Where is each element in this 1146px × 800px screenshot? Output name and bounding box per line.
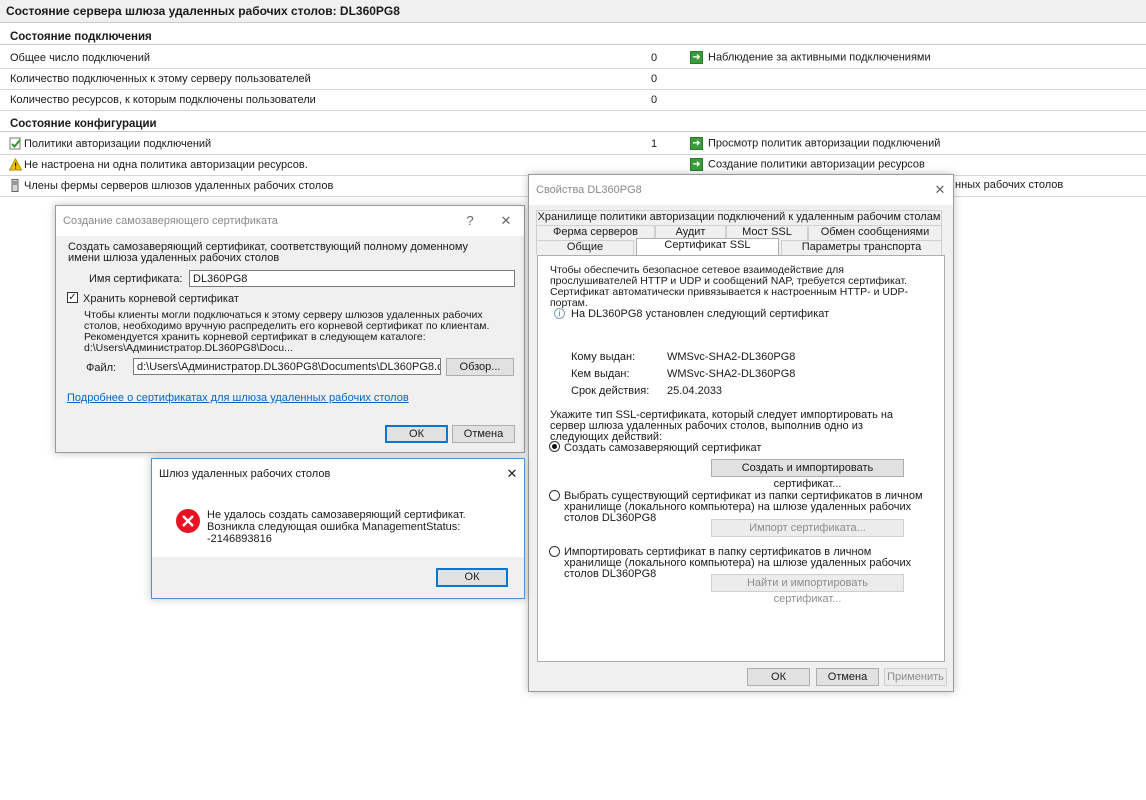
distribute-note: Чтобы клиенты могли подключаться к этому… <box>84 309 490 354</box>
apply-button[interactable]: Применить <box>884 668 947 686</box>
cert-name-label: Имя сертификата: <box>89 273 183 285</box>
file-path-input[interactable]: d:\Users\Администратор.DL360PG8\Document… <box>133 358 441 375</box>
store-root-checkbox[interactable]: ✓ <box>67 292 78 303</box>
import-cert-button[interactable]: Импорт сертификата... <box>711 519 904 537</box>
tab-transport-settings[interactable]: Параметры транспорта <box>781 240 942 255</box>
selfsigned-cert-dialog: Создание самозаверяющего сертификата ? ✕… <box>55 205 525 453</box>
error-icon <box>176 509 200 533</box>
policy-ok-icon <box>9 137 21 150</box>
dialog-titlebar: Свойства DL360PG8 ✕ <box>529 175 953 205</box>
tab-messaging[interactable]: Обмен сообщениями <box>808 225 942 240</box>
dialog-titlebar: Создание самозаверяющего сертификата ? ✕ <box>56 206 524 236</box>
tab-cap-store[interactable]: Хранилище политики авторизации подключен… <box>536 210 942 225</box>
issued-to-value: WMSvc-SHA2-DL360PG8 <box>667 351 796 363</box>
error-dialog: Шлюз удаленных рабочих столов ✕ Не удало… <box>151 458 525 599</box>
arrow-right-icon: ➜ <box>690 137 703 150</box>
ok-button[interactable]: ОК <box>747 668 810 686</box>
ok-button[interactable]: ОК <box>436 568 508 587</box>
find-import-cert-button[interactable]: Найти и импортировать сертификат... <box>711 574 904 605</box>
status-row: Не настроена ни одна политика авторизаци… <box>0 155 1146 176</box>
file-label: Файл: <box>86 362 117 374</box>
row-value: 0 <box>651 73 658 85</box>
dialog-title: Создание самозаверяющего сертификата <box>63 215 278 227</box>
close-icon[interactable]: ✕ <box>498 213 514 229</box>
dialog-title: Свойства DL360PG8 <box>536 184 642 196</box>
cancel-button[interactable]: Отмена <box>452 425 515 443</box>
import-to-store-radio[interactable] <box>549 546 560 557</box>
info-icon: i <box>554 308 565 319</box>
server-farm-icon <box>11 179 19 192</box>
ok-button[interactable]: ОК <box>385 425 448 443</box>
properties-dialog: Свойства DL360PG8 ✕ Хранилище политики а… <box>528 174 954 692</box>
row-value: 0 <box>651 94 658 106</box>
ssl-intro-text: Чтобы обеспечить безопасное сетевое взаи… <box>550 264 909 309</box>
arrow-right-icon: ➜ <box>690 51 703 64</box>
row-label: Количество подключенных к этому серверу … <box>10 73 311 85</box>
farm-members-link[interactable]: нных рабочих столов <box>955 179 1063 191</box>
create-import-cert-button[interactable]: Создать и импортировать сертификат... <box>711 459 904 490</box>
view-cap-policies-link[interactable]: ➜ Просмотр политик авторизации подключени… <box>690 137 940 150</box>
choose-type-text: Укажите тип SSL-сертификата, который сле… <box>550 409 894 443</box>
row-label: Члены фермы серверов шлюзов удаленных ра… <box>24 180 334 192</box>
close-icon[interactable]: ✕ <box>504 466 520 482</box>
close-icon[interactable]: ✕ <box>932 182 948 198</box>
row-label: Политики авторизации подключений <box>24 138 212 150</box>
dialog-titlebar: Шлюз удаленных рабочих столов ✕ <box>152 459 524 489</box>
row-label: Не настроена ни одна политика авторизаци… <box>24 159 308 171</box>
status-row: Политики авторизации подключений 1 ➜ Прос… <box>0 134 1146 155</box>
connection-status-heading: Состояние подключения <box>0 29 1146 45</box>
page-title: Состояние сервера шлюза удаленных рабочи… <box>0 0 1146 23</box>
issued-to-label: Кому выдан: <box>571 351 636 363</box>
monitor-connections-link[interactable]: ➜ Наблюдение за активными подключениями <box>690 51 931 64</box>
config-status-heading: Состояние конфигурации <box>0 116 1146 132</box>
cert-name-input[interactable]: DL360PG8 <box>189 270 515 287</box>
tab-ssl-certificate[interactable]: Сертификат SSL <box>636 238 779 255</box>
status-row: Количество подключенных к этому серверу … <box>0 69 1146 90</box>
option-label: Создать самозаверяющий сертификат <box>564 442 762 454</box>
row-value: 1 <box>651 138 658 150</box>
create-selfsigned-radio[interactable] <box>549 441 560 452</box>
dialog-title: Шлюз удаленных рабочих столов <box>159 468 331 480</box>
expiry-label: Срок действия: <box>571 385 650 397</box>
learn-more-link[interactable]: Подробнее о сертификатах для шлюза удале… <box>67 393 409 404</box>
installed-cert-note: На DL360PG8 установлен следующий сертифи… <box>571 308 830 320</box>
store-root-label: Хранить корневой сертификат <box>83 293 239 305</box>
warning-icon <box>9 158 22 171</box>
arrow-right-icon: ➜ <box>690 158 703 171</box>
dialog-description: Создать самозаверяющий сертификат, соотв… <box>68 241 469 264</box>
status-row: Общее число подключений 0 ➜ Наблюдение за… <box>0 48 1146 69</box>
create-rap-policy-link[interactable]: ➜ Создание политики авторизации ресурсов <box>690 158 925 171</box>
help-icon[interactable]: ? <box>462 213 478 228</box>
expiry-value: 25.04.2033 <box>667 385 723 397</box>
ssl-certificate-panel: Чтобы обеспечить безопасное сетевое взаи… <box>537 255 945 662</box>
error-message: Не удалось создать самозаверяющий сертиф… <box>207 509 466 545</box>
status-row: Количество ресурсов, к которым подключен… <box>0 90 1146 111</box>
browse-button[interactable]: Обзор... <box>446 358 514 376</box>
select-existing-radio[interactable] <box>549 490 560 501</box>
issued-by-value: WMSvc-SHA2-DL360PG8 <box>667 368 796 380</box>
row-label: Количество ресурсов, к которым подключен… <box>10 94 316 106</box>
tab-general[interactable]: Общие <box>536 240 634 255</box>
row-label: Общее число подключений <box>10 52 150 64</box>
cancel-button[interactable]: Отмена <box>816 668 879 686</box>
row-value: 0 <box>651 52 658 64</box>
issued-by-label: Кем выдан: <box>571 368 630 380</box>
